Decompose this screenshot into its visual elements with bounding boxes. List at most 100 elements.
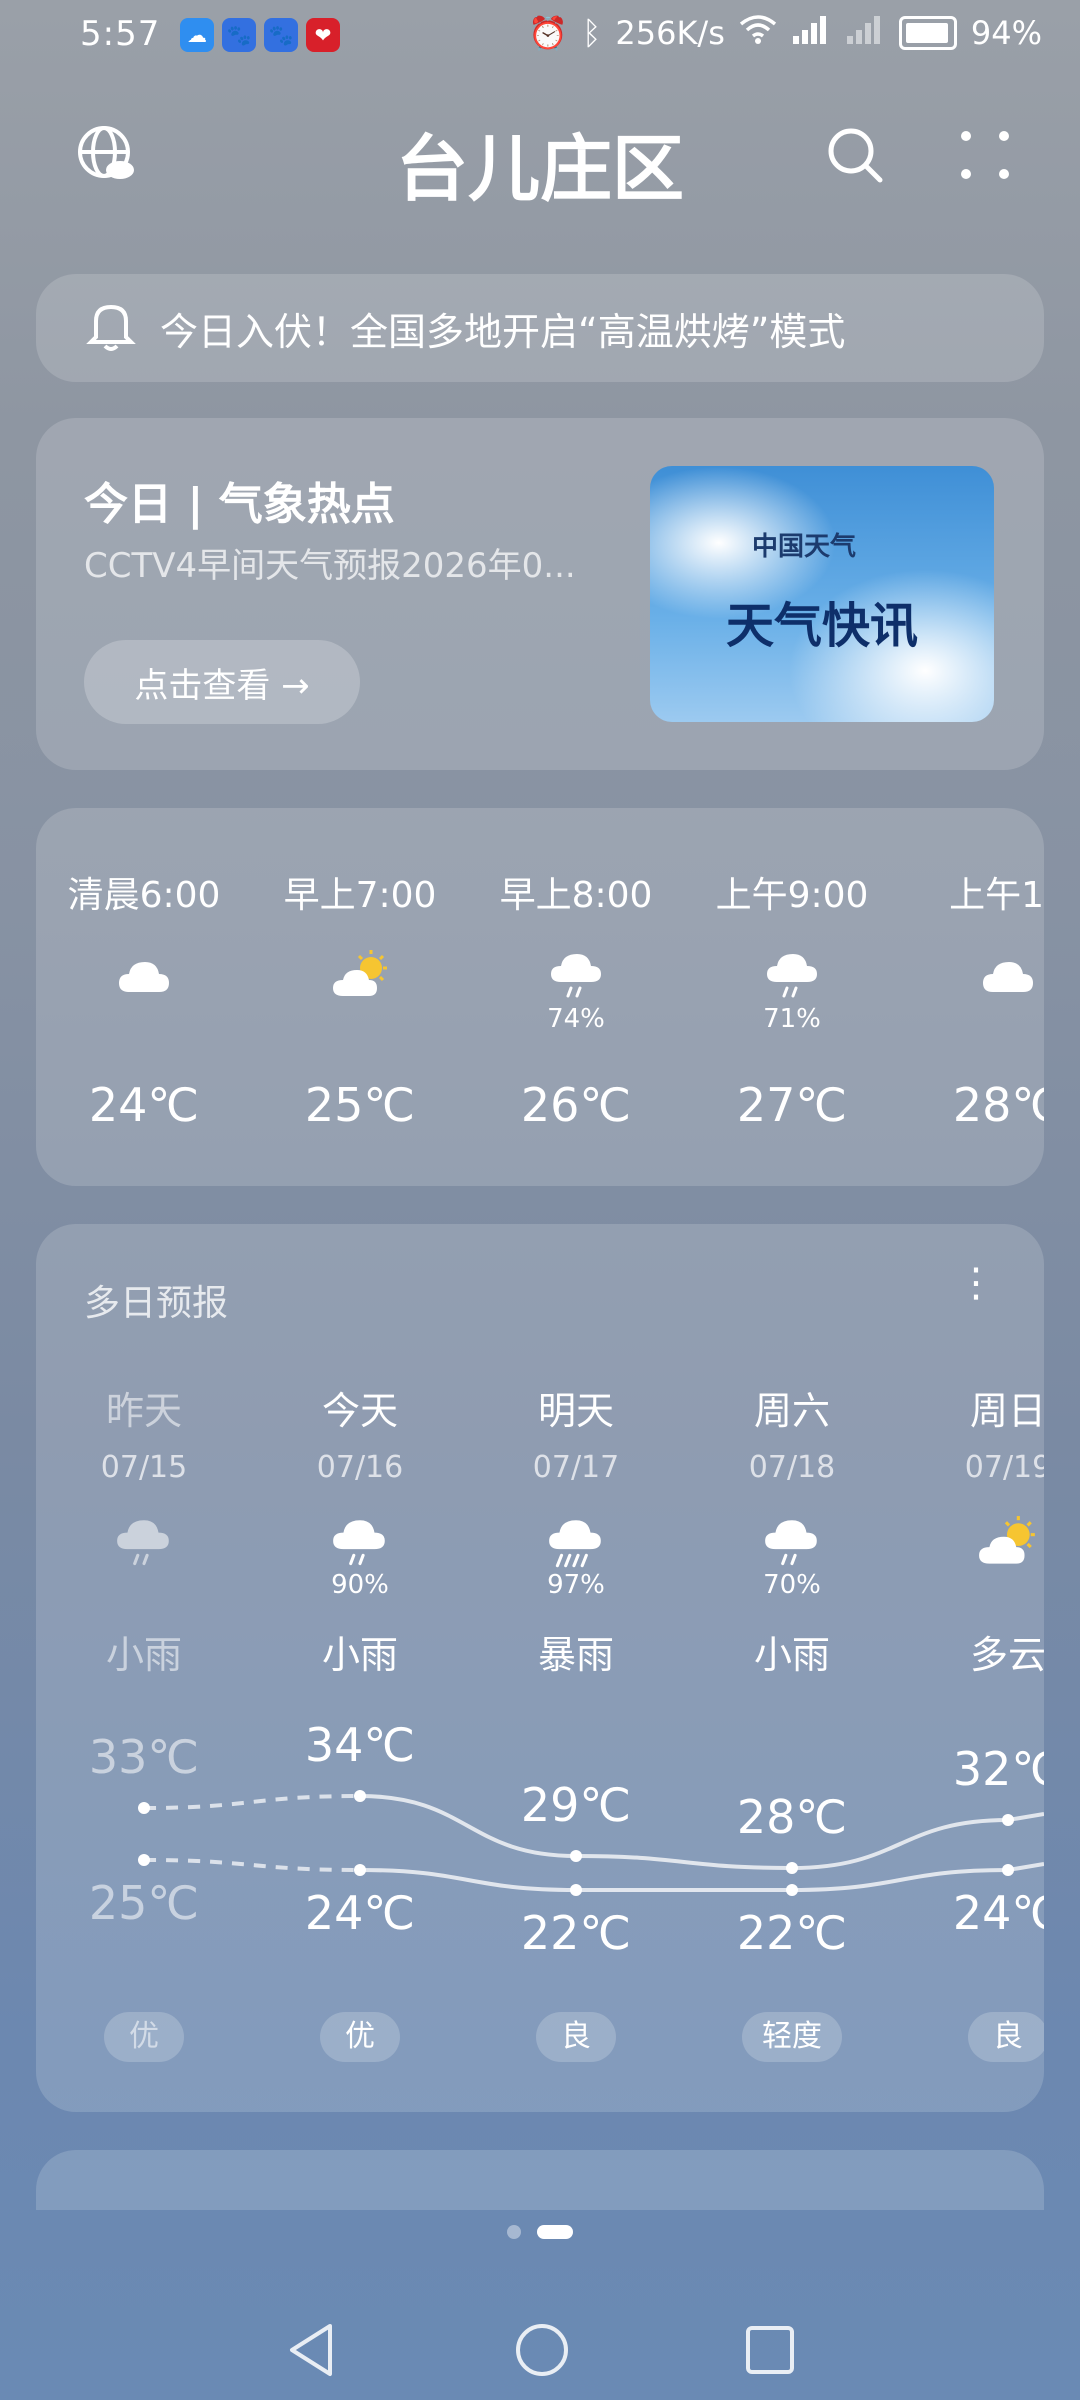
hourly-time: 早上8:00	[499, 875, 653, 916]
hourly-time: 上午9:00	[715, 875, 869, 916]
heavy-rain-icon	[538, 1514, 614, 1576]
hourly-temp: 26℃	[520, 1078, 632, 1132]
news-thumbnail[interactable]: 中国天气 天气快讯	[650, 466, 994, 722]
hourly-time: 清晨6:00	[67, 875, 221, 916]
hotspot-title: 今日 | 气象热点	[84, 479, 395, 530]
day-date: 07/15	[100, 1450, 188, 1485]
weather-hotspot-card[interactable]: 今日 | 气象热点 CCTV4早间天气预报2026年0... 点击查看 → 中国…	[36, 418, 1044, 770]
battery-icon	[898, 16, 957, 50]
hourly-temp: 25℃	[304, 1078, 416, 1132]
light-rain-icon	[322, 1514, 398, 1576]
weather-description: 暴雨	[537, 1633, 614, 1677]
hourly-temp: 27℃	[736, 1078, 848, 1132]
day-date: 07/16	[316, 1450, 404, 1485]
status-bar: 5:57 ☁ 🐾 🐾 ❤ ⏰ ᛒ 256K/s 94%	[0, 0, 1080, 72]
battery-level: 94%	[970, 14, 1042, 52]
high-temp: 29℃	[520, 1778, 632, 1832]
air-quality-badge: 优	[104, 2012, 184, 2062]
high-temp: 33℃	[88, 1730, 200, 1784]
daily-item[interactable]: 周日 07/19 多云 32℃ 24℃ 良	[908, 1224, 1044, 2112]
precip-probability: 74%	[547, 1004, 605, 1034]
page-indicator	[0, 2225, 1080, 2239]
alert-text: 今日入伏！全国多地开启“高温烘烤”模式	[160, 309, 846, 354]
light-rain-icon	[106, 1514, 182, 1576]
thumbnail-title: 天气快讯	[725, 598, 918, 654]
hourly-item: 上午10 28℃	[908, 808, 1044, 1186]
high-temp: 34℃	[304, 1718, 416, 1772]
hourly-item: 早上7:00 25℃	[260, 808, 460, 1186]
bluetooth-icon: ᛒ	[582, 14, 602, 52]
hourly-item: 清晨6:00 24℃	[44, 808, 244, 1186]
network-speed: 256K/s	[615, 14, 725, 52]
partly-sunny-icon	[326, 948, 396, 1008]
day-name: 今天	[321, 1389, 398, 1433]
bell-icon	[86, 299, 136, 357]
low-temp: 22℃	[520, 1906, 632, 1960]
cloudy-icon	[974, 948, 1044, 1008]
daily-item[interactable]: 今天 07/16 90% 小雨 34℃ 24℃ 优	[260, 1224, 460, 2112]
partly-sunny-icon	[970, 1514, 1044, 1576]
low-temp: 24℃	[304, 1886, 416, 1940]
back-icon[interactable]	[284, 2320, 340, 2384]
search-icon[interactable]	[820, 120, 890, 190]
weather-description: 多云	[969, 1633, 1044, 1677]
day-date: 07/17	[532, 1450, 620, 1485]
signal-icon	[791, 14, 831, 52]
air-quality-badge: 良	[536, 2012, 616, 2062]
precip-probability: 71%	[763, 1004, 821, 1034]
daily-item[interactable]: 明天 07/17 97% 暴雨 29℃ 22℃ 良	[476, 1224, 676, 2112]
day-name: 明天	[537, 1389, 614, 1433]
day-name: 昨天	[105, 1389, 182, 1433]
day-date: 07/18	[748, 1450, 836, 1485]
heart-app-icon: ❤	[306, 18, 340, 52]
air-quality-badge: 轻度	[742, 2012, 842, 2062]
baidu-icon: 🐾	[222, 18, 256, 52]
light-rain-icon	[542, 948, 612, 1008]
day-name: 周六	[753, 1389, 830, 1433]
daily-item[interactable]: 昨天 07/15 小雨 33℃ 25℃ 优	[44, 1224, 244, 2112]
view-details-button[interactable]: 点击查看 →	[84, 640, 360, 724]
baidu-icon: 🐾	[264, 18, 298, 52]
alert-banner[interactable]: 今日入伏！全国多地开启“高温烘烤”模式	[36, 274, 1044, 382]
hourly-forecast[interactable]: 清晨6:00 24℃ 早上7:00 25℃ 早上8:00 74% 26℃ 上午9:00 71% 2…	[36, 808, 1044, 1186]
thumbnail-brand: 中国天气	[752, 532, 857, 562]
precip-probability: 97%	[547, 1570, 605, 1600]
alarm-icon: ⏰	[528, 14, 569, 52]
day-date: 07/19	[964, 1450, 1044, 1485]
precip-probability: 90%	[331, 1570, 389, 1600]
navigation-bar	[0, 2300, 1080, 2400]
air-quality-badge: 优	[320, 2012, 400, 2062]
hourly-time: 早上7:00	[283, 875, 437, 916]
hourly-item: 上午9:00 71% 27℃	[692, 808, 892, 1186]
light-rain-icon	[758, 948, 828, 1008]
signal-icon-secondary	[845, 14, 885, 52]
hourly-item: 早上8:00 74% 26℃	[476, 808, 676, 1186]
low-temp: 24℃	[952, 1886, 1044, 1940]
next-card-peek	[36, 2150, 1044, 2210]
wifi-icon	[739, 14, 777, 52]
hourly-temp: 24℃	[88, 1078, 200, 1132]
recents-icon[interactable]	[742, 2322, 798, 2382]
page-title[interactable]: 台儿庄区	[0, 110, 1080, 215]
hourly-time: 上午10	[949, 875, 1044, 916]
low-temp: 22℃	[736, 1906, 848, 1960]
notification-icons: ☁ 🐾 🐾 ❤	[180, 18, 340, 52]
home-icon[interactable]	[512, 2320, 572, 2384]
high-temp: 28℃	[736, 1790, 848, 1844]
system-status: ⏰ ᛒ 256K/s 94%	[528, 14, 1042, 52]
daily-forecast[interactable]: 多日预报 ⋮ 昨天 07/15 小雨 33℃ 25℃ 优今天 07/16 90% 小雨 34℃ 24…	[36, 1224, 1044, 2112]
page-dot-active	[537, 2225, 573, 2239]
air-quality-badge: 良	[968, 2012, 1044, 2062]
low-temp: 25℃	[88, 1876, 200, 1930]
status-time: 5:57	[80, 14, 161, 54]
hourly-temp: 28℃	[952, 1078, 1044, 1132]
light-rain-icon	[754, 1514, 830, 1576]
weather-description: 小雨	[105, 1633, 182, 1677]
hotspot-subtitle: CCTV4早间天气预报2026年0...	[84, 546, 576, 586]
weather-description: 小雨	[321, 1633, 398, 1677]
high-temp: 32℃	[952, 1742, 1044, 1796]
more-menu-icon[interactable]	[950, 120, 1020, 190]
cloud-app-icon: ☁	[180, 18, 214, 52]
daily-item[interactable]: 周六 07/18 70% 小雨 28℃ 22℃ 轻度	[692, 1224, 892, 2112]
day-name: 周日	[969, 1389, 1044, 1433]
